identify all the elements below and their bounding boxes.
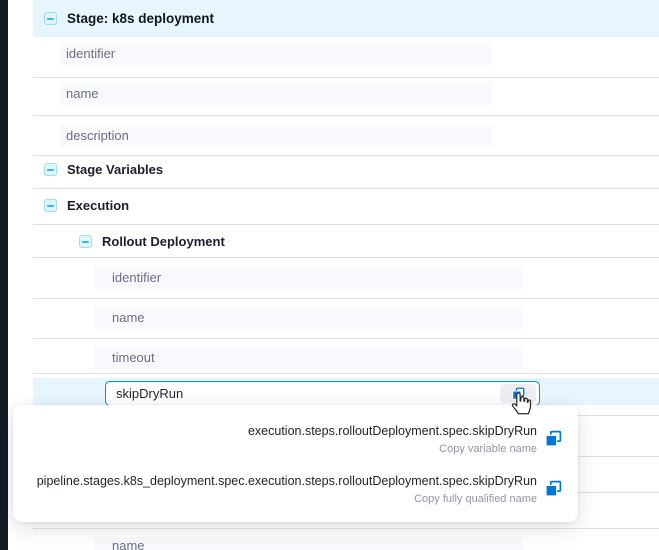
stage-header-row[interactable]: Stage: k8s deployment [33, 0, 659, 37]
variable-label: name [94, 307, 523, 329]
group-label: Stage Variables [67, 162, 163, 177]
variable-cell-step-name[interactable]: name [94, 307, 523, 329]
group-row-execution[interactable]: Execution [44, 196, 129, 215]
copy-icon[interactable] [545, 430, 562, 447]
group-label: Execution [67, 198, 129, 213]
variable-cell-next-name[interactable]: name [94, 537, 523, 550]
variables-panel: Stage: k8s deployment identifier name de… [0, 0, 659, 550]
copy-icon[interactable] [545, 480, 562, 497]
divider [33, 338, 659, 339]
divider [33, 528, 659, 529]
variable-cell-step-identifier[interactable]: identifier [94, 267, 523, 289]
divider [33, 188, 659, 189]
variable-cell-description[interactable]: description [60, 125, 492, 147]
copy-variable-name-option[interactable]: execution.steps.rolloutDeployment.spec.s… [13, 417, 578, 461]
variable-cell-name[interactable]: name [60, 83, 492, 105]
variable-label: description [60, 125, 492, 147]
divider [33, 298, 659, 299]
variable-name-input[interactable]: skipDryRun [105, 381, 540, 406]
collapse-icon[interactable] [44, 199, 57, 212]
divider [33, 373, 659, 374]
variable-fqn-expression: pipeline.stages.k8s_deployment.spec.exec… [37, 473, 537, 489]
sidebar-edge [0, 0, 8, 550]
option-caption: Copy fully qualified name [414, 493, 537, 505]
divider [33, 115, 659, 116]
variable-label: name [94, 537, 523, 550]
divider [33, 257, 659, 258]
group-row-stage-variables[interactable]: Stage Variables [44, 160, 163, 179]
variable-label: name [60, 83, 492, 105]
variable-label: identifier [94, 267, 523, 289]
copy-button[interactable] [500, 384, 536, 403]
copy-fqn-option[interactable]: pipeline.stages.k8s_deployment.spec.exec… [13, 467, 578, 511]
option-caption: Copy variable name [439, 443, 537, 455]
collapse-icon[interactable] [79, 235, 92, 248]
divider [33, 155, 659, 156]
variable-expression: execution.steps.rolloutDeployment.spec.s… [248, 423, 537, 439]
divider [33, 77, 659, 78]
copy-options-popup: execution.steps.rolloutDeployment.spec.s… [13, 405, 578, 522]
step-row-rollout-deployment[interactable]: Rollout Deployment [79, 232, 225, 251]
variable-label: timeout [94, 347, 523, 369]
divider [33, 224, 659, 225]
input-value: skipDryRun [116, 386, 183, 401]
copy-icon [512, 387, 525, 400]
collapse-icon[interactable] [44, 12, 57, 25]
variable-cell-identifier[interactable]: identifier [60, 43, 492, 65]
step-label: Rollout Deployment [102, 234, 225, 249]
variable-cell-step-timeout[interactable]: timeout [94, 347, 523, 369]
stage-title: Stage: k8s deployment [67, 11, 214, 26]
collapse-icon[interactable] [44, 163, 57, 176]
variable-label: identifier [60, 43, 492, 65]
